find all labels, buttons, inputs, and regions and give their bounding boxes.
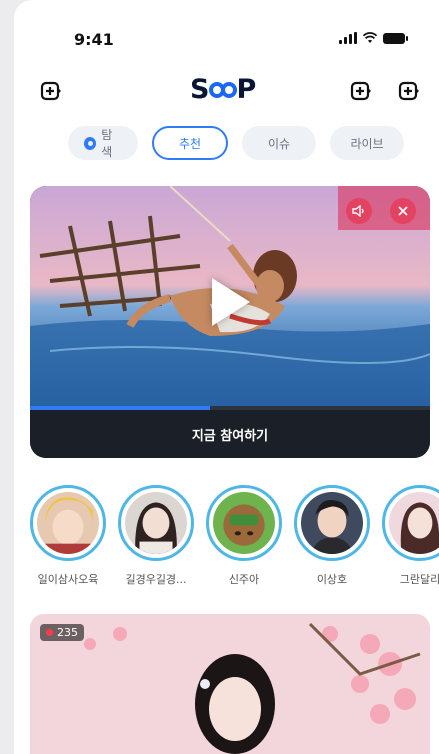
avatar-image	[37, 492, 99, 554]
logo-rings	[209, 81, 238, 98]
plus-square-icon[interactable]	[350, 80, 372, 102]
streamer-item[interactable]: 그란달리	[382, 485, 439, 587]
streamer-item[interactable]: 이상호	[294, 485, 370, 587]
streamer-list: 일이삼사오육 길경우길경... 신주아 이상호 그란달리	[30, 485, 439, 587]
avatar	[118, 485, 194, 561]
live-stream-card[interactable]: 235	[30, 614, 430, 754]
avatar	[294, 485, 370, 561]
signal-icon	[339, 32, 357, 44]
streamer-name: 이상호	[316, 573, 348, 586]
tab-recommended[interactable]: 추천	[152, 126, 228, 160]
compass-icon	[84, 136, 97, 150]
status-icons	[339, 32, 408, 44]
phone-screen: 9:41 S P 탐색 추천 이슈 라이브 지금 참여하기 일이삼사오육 길경우…	[14, 0, 439, 754]
play-icon[interactable]	[212, 278, 250, 326]
battery-icon	[383, 33, 408, 44]
live-dot-icon	[46, 629, 53, 636]
plus-square-icon[interactable]	[40, 80, 62, 102]
avatar-image	[301, 492, 363, 554]
viewer-count-badge: 235	[40, 624, 84, 641]
avatar-image	[213, 492, 275, 554]
status-time: 9:41	[74, 30, 114, 49]
streamer-name: 그란달리	[399, 573, 439, 586]
tab-issue[interactable]: 이슈	[242, 126, 316, 160]
viewer-count: 235	[57, 626, 78, 639]
volume-icon[interactable]	[346, 198, 372, 224]
avatar	[30, 485, 106, 561]
tab-label: 추천	[178, 136, 202, 151]
join-now-button[interactable]: 지금 참여하기	[30, 410, 430, 458]
avatar	[382, 485, 439, 561]
category-tabs: 탐색 추천 이슈 라이브	[68, 126, 404, 160]
streamer-name: 일이삼사오육	[37, 573, 99, 586]
streamer-item[interactable]: 길경우길경...	[118, 485, 194, 587]
plus-square-icon[interactable]	[398, 80, 420, 102]
wifi-icon	[363, 32, 377, 43]
streamer-item[interactable]: 일이삼사오육	[30, 485, 106, 587]
tab-live[interactable]: 라이브	[330, 126, 404, 160]
tab-label: 라이브	[350, 136, 384, 151]
avatar-image	[389, 492, 439, 554]
streamer-item[interactable]: 신주아	[206, 485, 282, 587]
app-logo: S P	[190, 74, 257, 105]
tab-label: 탐색	[101, 128, 113, 159]
streamer-name: 길경우길경...	[125, 573, 187, 586]
stream-thumbnail	[30, 614, 430, 754]
avatar	[206, 485, 282, 561]
tab-label: 이슈	[267, 136, 291, 151]
avatar-image	[125, 492, 187, 554]
close-icon[interactable]	[390, 198, 416, 224]
logo-letter-s: S	[190, 74, 211, 105]
tab-explore[interactable]: 탐색	[68, 126, 138, 160]
logo-letter-p: P	[236, 74, 258, 105]
streamer-name: 신주아	[228, 573, 260, 586]
featured-video[interactable]: 지금 참여하기	[30, 186, 430, 458]
